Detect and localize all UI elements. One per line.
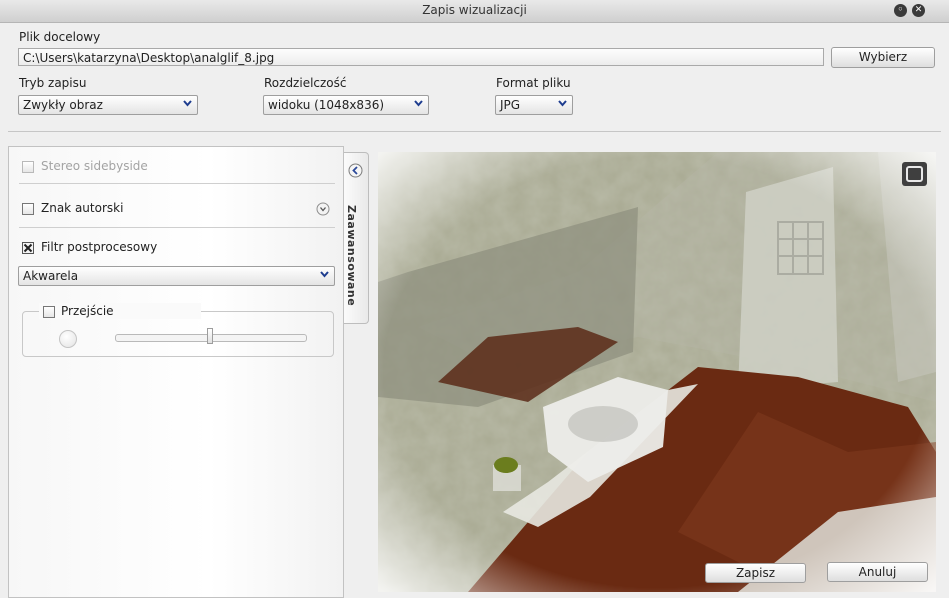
transition-label: Przejście [61, 304, 114, 318]
chevron-down-icon [414, 100, 423, 107]
choose-file-button[interactable]: Wybierz [831, 47, 935, 68]
divider [19, 183, 335, 184]
bathroom-render [378, 152, 936, 592]
postprocess-label: Filtr postprocesowy [41, 240, 158, 254]
window-title: Zapis wizualizacji [422, 3, 527, 17]
chevron-down-icon [320, 271, 329, 278]
title-bar: Zapis wizualizacji ◦ ✕ [0, 0, 949, 23]
file-format-value: JPG [500, 98, 521, 112]
close-icon[interactable]: ✕ [912, 4, 925, 17]
advanced-panel: Stereo sidebyside Znak autorski Filtr po… [8, 146, 344, 598]
advanced-tab-label: Zaawansowane [345, 205, 358, 307]
chevron-down-icon [558, 100, 567, 107]
filter-select[interactable]: Akwarela [18, 266, 335, 286]
filter-value: Akwarela [23, 269, 79, 283]
collapse-icon[interactable] [348, 163, 363, 178]
cancel-button[interactable]: Anuluj [827, 562, 928, 582]
separator [8, 131, 941, 132]
fullscreen-button[interactable] [902, 162, 927, 186]
watermark-checkbox[interactable] [22, 203, 34, 215]
resolution-select[interactable]: widoku (1048x836) [263, 95, 429, 115]
stereo-checkbox[interactable] [22, 161, 34, 173]
preview-image [378, 152, 936, 592]
target-file-path-input[interactable]: C:\Users\katarzyna\Desktop\analglif_8.jp… [18, 48, 824, 66]
stereo-label: Stereo sidebyside [41, 159, 148, 173]
file-format-label: Format pliku [496, 76, 571, 90]
transition-checkbox[interactable] [43, 306, 55, 318]
save-mode-label: Tryb zapisu [19, 76, 87, 90]
fullscreen-icon [906, 166, 923, 182]
target-file-label: Plik docelowy [19, 30, 101, 44]
file-format-select[interactable]: JPG [495, 95, 573, 115]
postprocess-checkbox[interactable] [22, 242, 34, 254]
transition-slider-thumb[interactable] [207, 328, 213, 344]
chevron-down-icon [183, 100, 192, 107]
watermark-label: Znak autorski [41, 201, 124, 215]
save-mode-value: Zwykły obraz [23, 98, 103, 112]
restore-icon[interactable]: ◦ [894, 4, 907, 17]
divider [19, 227, 335, 228]
resolution-label: Rozdzielczość [264, 76, 347, 90]
transition-knob[interactable] [59, 330, 77, 348]
expand-icon[interactable] [316, 202, 330, 216]
save-mode-select[interactable]: Zwykły obraz [18, 95, 198, 115]
resolution-value: widoku (1048x836) [268, 98, 385, 112]
save-button[interactable]: Zapisz [705, 563, 806, 583]
